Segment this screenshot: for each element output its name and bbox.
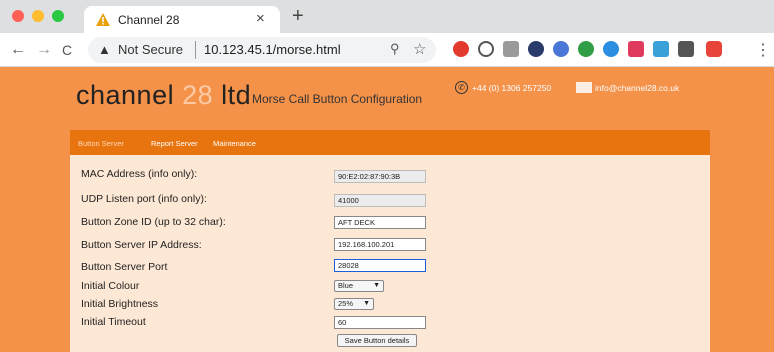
zoom-icon[interactable]: ⚲	[390, 41, 400, 57]
phone-icon: ✆	[455, 81, 468, 94]
initial-colour-value: Blue	[338, 281, 354, 290]
browser-tab-bar: Channel 28 × +	[0, 0, 774, 33]
chevron-down-icon: ▼	[363, 300, 370, 307]
reload-button[interactable]: C	[62, 42, 72, 58]
tab-button-server[interactable]: Button Server	[78, 139, 124, 148]
red-extension-icon[interactable]	[628, 41, 644, 57]
bookmark-star-icon[interactable]: ☆	[413, 40, 426, 58]
save-button-details-button[interactable]: Save Button details	[337, 334, 417, 347]
logo-word: channel	[76, 80, 175, 110]
back-button[interactable]: ←	[10, 41, 26, 59]
initial-colour-label: Initial Colour	[81, 280, 140, 292]
initial-timeout-input[interactable]	[334, 316, 426, 329]
server-ip-label: Button Server IP Address:	[81, 239, 202, 251]
cyan-extension-icon[interactable]	[603, 41, 619, 57]
url-text[interactable]: 10.123.45.1/morse.html	[204, 42, 341, 57]
page-title: Morse Call Button Configuration	[252, 92, 423, 106]
browser-tab[interactable]: Channel 28 ×	[84, 6, 280, 33]
browser-menu-icon[interactable]: ⋮	[755, 40, 771, 60]
initial-colour-select[interactable]: Blue ▼	[334, 280, 384, 292]
tab-maintenance[interactable]: Maintenance	[213, 139, 256, 148]
company-logo: channel 28 ltd	[76, 80, 251, 111]
minimize-window-button[interactable]	[32, 10, 44, 22]
info-extension-icon[interactable]	[478, 41, 494, 57]
udp-port-label: UDP Listen port (info only):	[81, 193, 207, 205]
initial-timeout-label: Initial Timeout	[81, 316, 146, 328]
mac-address-label: MAC Address (info only):	[81, 168, 198, 180]
server-port-label: Button Server Port	[81, 261, 168, 273]
mac-address-field	[334, 170, 426, 183]
new-tab-button[interactable]: +	[292, 5, 304, 28]
close-window-button[interactable]	[12, 10, 24, 22]
green-extension-icon[interactable]	[578, 41, 594, 57]
chevron-down-icon: ▼	[373, 282, 380, 289]
zoom-window-button[interactable]	[52, 10, 64, 22]
phone-number: +44 (0) 1306 257250	[472, 83, 552, 93]
warning-favicon-icon	[96, 13, 110, 26]
profile-extension-icon[interactable]	[706, 41, 722, 57]
zone-id-label: Button Zone ID (up to 32 char):	[81, 216, 226, 228]
logo-number: 28	[182, 80, 214, 110]
initial-brightness-value: 25%	[338, 299, 354, 308]
tab-title: Channel 28	[118, 13, 180, 27]
email-link[interactable]: info@channel28.co.uk	[595, 83, 679, 93]
server-port-input[interactable]	[334, 259, 426, 272]
config-tab-strip: Button Server Report Server Maintenance	[70, 130, 710, 155]
address-bar[interactable]: ▲ Not Secure 10.123.45.1/morse.html ⚲ ☆	[88, 37, 436, 63]
forward-button[interactable]: →	[36, 41, 52, 59]
translate-extension-icon[interactable]	[653, 41, 669, 57]
security-label: Not Secure	[118, 42, 184, 57]
server-ip-input[interactable]	[334, 238, 426, 251]
dark-extension-icon[interactable]	[528, 41, 544, 57]
opera-extension-icon[interactable]	[453, 41, 469, 57]
logo-suffix: ltd	[221, 80, 252, 110]
mail-icon	[576, 82, 592, 93]
tab-close-icon[interactable]: ×	[256, 10, 265, 27]
blue-extension-icon[interactable]	[553, 41, 569, 57]
zone-id-input[interactable]	[334, 216, 426, 229]
grid-extension-icon[interactable]	[503, 41, 519, 57]
url-separator	[195, 41, 196, 59]
initial-brightness-label: Initial Brightness	[81, 298, 159, 310]
warning-icon: ▲	[98, 42, 111, 57]
initial-brightness-select[interactable]: 25% ▼	[334, 298, 374, 310]
udp-port-field	[334, 194, 426, 207]
tab-report-server[interactable]: Report Server	[151, 139, 198, 148]
puzzle-extension-icon[interactable]	[678, 41, 694, 57]
